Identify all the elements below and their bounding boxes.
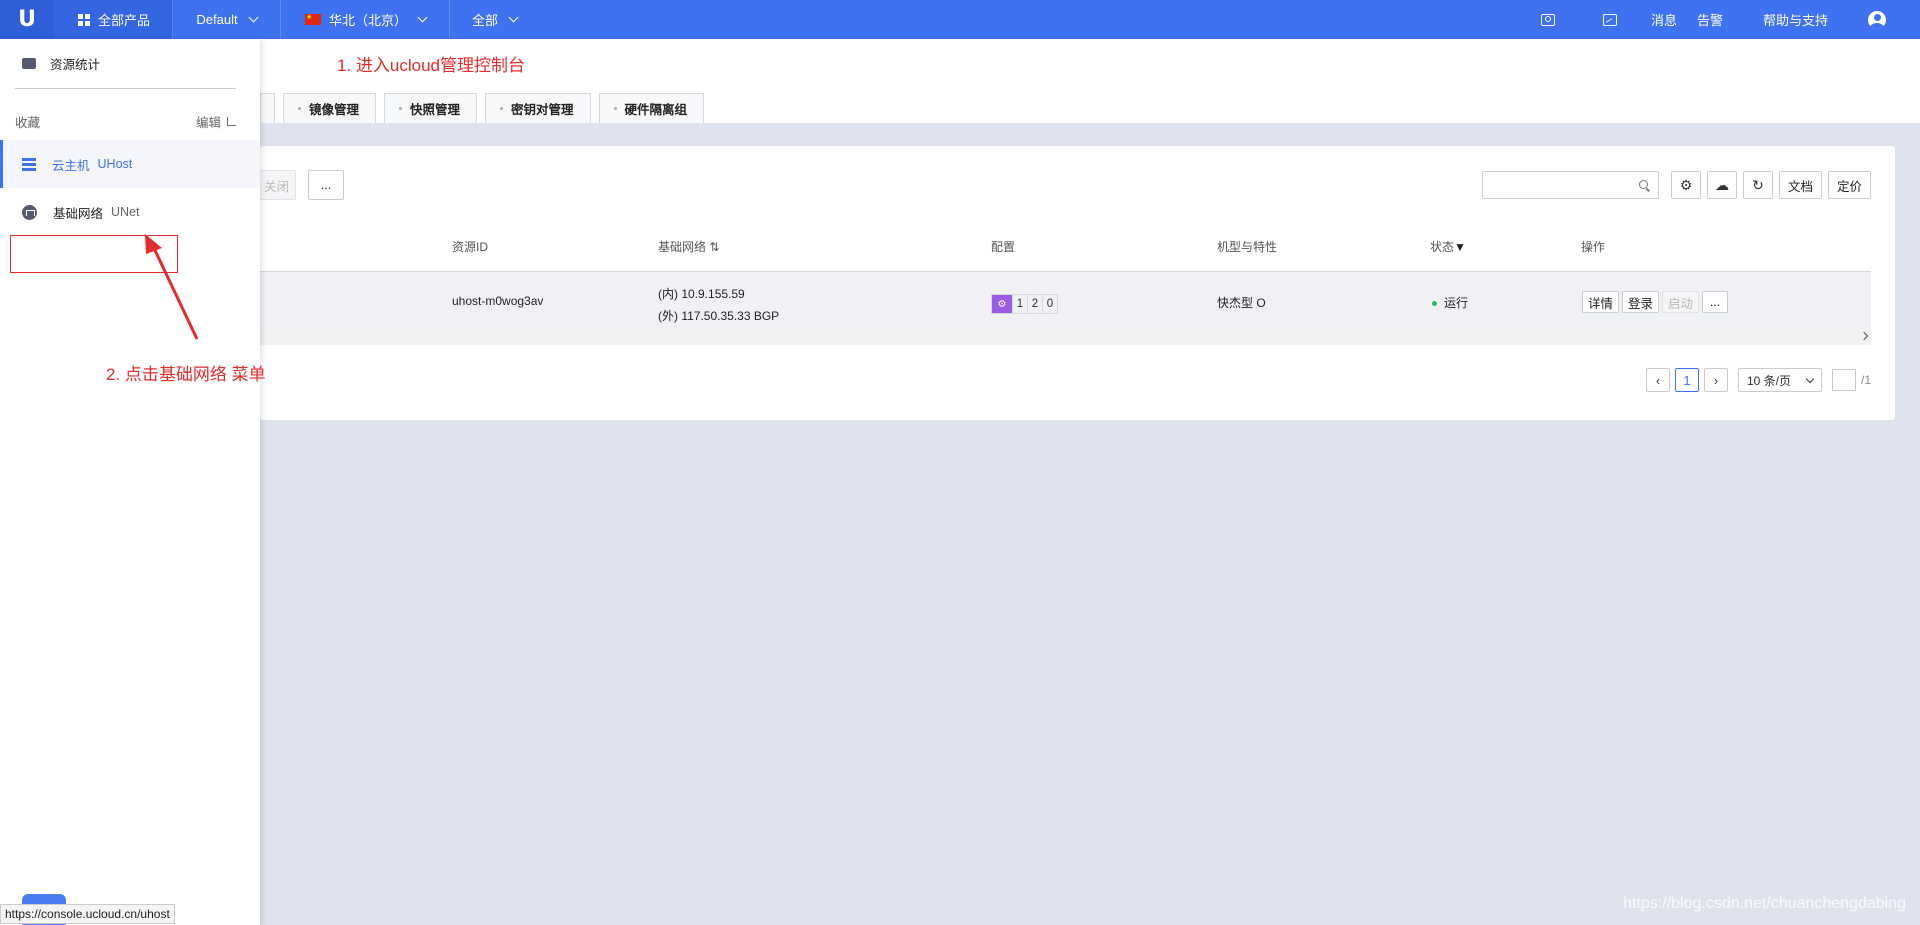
column-header-status[interactable]: 状态▼ <box>1430 238 1466 255</box>
tab-partial[interactable] <box>260 93 275 123</box>
settings-button[interactable]: ⚙ <box>1670 171 1701 199</box>
edit-icon <box>227 117 236 126</box>
tab-snapshots[interactable]: 快照管理 <box>384 93 478 123</box>
column-header: 配置 <box>991 240 1016 254</box>
column-header: 资源ID <box>452 240 489 254</box>
grid-icon <box>78 13 90 26</box>
refresh-icon: ↻ <box>1752 176 1764 193</box>
product-sidebar: 资源统计 收藏 编辑 云主机 UHost 基础网络 UNet <box>0 39 260 925</box>
sidebar-item-unet[interactable]: 基础网络 UNet <box>0 188 260 236</box>
top-nav-bar: U 全部产品 Default 华北（北京） 全部 消息 告警 帮助与支持 <box>0 0 1920 39</box>
machine-type: 快杰型 O <box>1217 296 1266 310</box>
search-icon <box>1638 180 1648 189</box>
region-selector[interactable]: 华北（北京） <box>281 0 450 39</box>
page-number[interactable]: 1 <box>1674 368 1699 392</box>
sort-icon[interactable]: ⇅ <box>709 240 719 254</box>
status-dot-icon <box>1432 301 1437 307</box>
resource-id: uhost-m0wog3av <box>452 294 544 308</box>
login-button[interactable]: 登录 <box>1622 291 1660 313</box>
details-button[interactable]: 详情 <box>1582 291 1620 313</box>
edit-favorites-button[interactable]: 编辑 <box>196 112 236 131</box>
watermark: https://blog.csdn.net/chuanchengdabing <box>1623 895 1906 912</box>
tab-bar: 镜像管理 快照管理 密钥对管理 硬件隔离组 <box>260 93 705 123</box>
cpu-icon: ⚙ <box>992 295 1012 313</box>
prev-page-button[interactable]: ‹ <box>1645 368 1670 392</box>
search-input[interactable] <box>1481 171 1659 199</box>
status-badge: 运行 <box>1432 294 1468 311</box>
spec-badge: ⚙ 1 2 0 <box>991 294 1058 314</box>
start-button[interactable]: 启动 <box>1662 291 1700 313</box>
more-actions-button[interactable]: ... <box>308 170 344 200</box>
scroll-right-icon[interactable] <box>1859 331 1869 341</box>
annotation-arrow <box>145 234 199 340</box>
next-page-button[interactable]: › <box>1703 368 1728 392</box>
pricing-button[interactable]: 定价 <box>1827 171 1871 199</box>
horizontal-scrollbar[interactable] <box>260 330 1871 345</box>
annotation-step1: 1. 进入ucloud管理控制台 <box>337 56 525 75</box>
instances-card: 关闭 ... ⚙ ☁ ↻ 文档 定价 资源ID 基础网络 ⇅ 配置 机型与特性 … <box>260 146 1895 420</box>
favorites-header: 收藏 编辑 <box>15 112 236 131</box>
chevron-down-icon <box>508 12 519 23</box>
alerts-link[interactable]: 告警 <box>1697 10 1723 29</box>
chevron-down-icon <box>248 12 259 23</box>
tab-keypairs[interactable]: 密钥对管理 <box>485 93 591 123</box>
stats-icon <box>22 57 36 69</box>
all-products-menu[interactable]: 全部产品 <box>54 0 173 39</box>
annotation-step2: 2. 点击基础网络 菜单 <box>106 365 266 384</box>
table-header: 资源ID 基础网络 ⇅ 配置 机型与特性 状态▼ 操作 <box>260 226 1871 272</box>
user-avatar-icon[interactable] <box>1868 10 1886 29</box>
refresh-button[interactable]: ↻ <box>1742 171 1773 199</box>
screenshot-icon[interactable] <box>1540 13 1555 26</box>
messages-link[interactable]: 消息 <box>1651 10 1677 29</box>
scope-selector[interactable]: 全部 <box>450 0 549 39</box>
table-row[interactable]: uhost-m0wog3av (内) 10.9.155.59 (外) 117.5… <box>260 272 1871 330</box>
page-total: /1 <box>1860 373 1871 387</box>
chevron-down-icon <box>417 12 428 23</box>
column-header-network[interactable]: 基础网络 ⇅ <box>658 238 719 255</box>
gear-icon: ⚙ <box>1679 176 1693 193</box>
column-header: 机型与特性 <box>1217 240 1278 254</box>
ip-inner: (内) 10.9.155.59 <box>658 287 745 301</box>
page-jump-input[interactable] <box>1831 369 1856 391</box>
pagination: ‹ 1 › 10 条/页 /1 <box>1645 368 1871 392</box>
row-more-button[interactable]: ... <box>1702 291 1729 313</box>
close-button[interactable]: 关闭 <box>260 170 296 200</box>
browser-status-bar: https://console.ucloud.cn/uhost <box>0 904 175 924</box>
sidebar-item-uhost[interactable]: 云主机 UHost <box>0 140 260 188</box>
ucloud-logo[interactable]: U <box>0 0 54 39</box>
tab-images[interactable]: 镜像管理 <box>283 93 377 123</box>
cloud-download-icon: ☁ <box>1714 176 1729 193</box>
server-icon <box>22 157 36 171</box>
ip-outer: (外) 117.50.35.33 BGP <box>658 309 780 323</box>
page-size-select[interactable]: 10 条/页 <box>1737 368 1822 392</box>
tab-isolation-groups[interactable]: 硬件隔离组 <box>598 93 705 123</box>
china-flag-icon <box>305 13 321 25</box>
docs-button[interactable]: 文档 <box>1778 171 1822 199</box>
terminal-icon[interactable] <box>1602 13 1617 26</box>
help-link[interactable]: 帮助与支持 <box>1763 10 1828 29</box>
divider <box>15 88 236 89</box>
filter-icon[interactable]: ▼ <box>1454 240 1466 254</box>
column-header: 操作 <box>1581 240 1606 254</box>
row-actions: 详情 登录 启动 ... <box>1582 291 1729 313</box>
project-selector[interactable]: Default <box>173 0 281 39</box>
sidebar-item-resource-stats[interactable]: 资源统计 <box>0 39 260 87</box>
download-button[interactable]: ☁ <box>1706 171 1737 199</box>
network-icon <box>22 204 37 220</box>
chevron-down-icon <box>1805 374 1815 383</box>
